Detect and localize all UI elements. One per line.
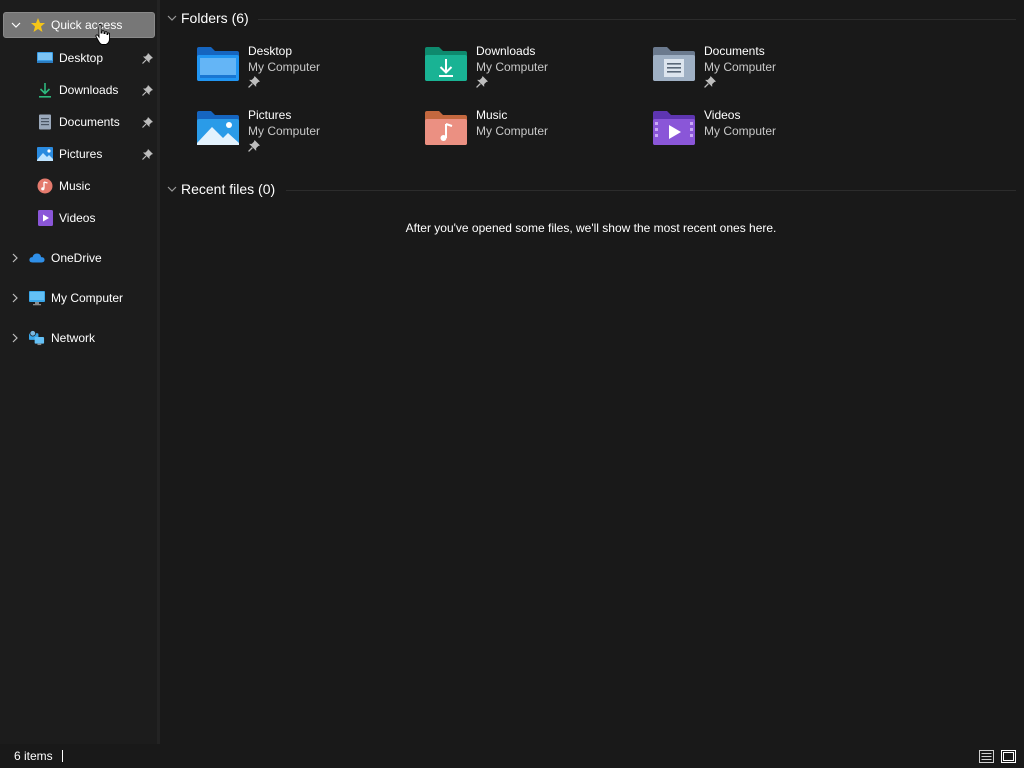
computer-icon [29,290,45,306]
folders-section-header[interactable]: Folders (6) [166,8,249,28]
sidebar-item-label: Quick access [51,18,123,32]
chevron-down-icon[interactable] [10,19,22,31]
star-icon [30,17,46,33]
sidebar-item-documents[interactable]: Documents [3,109,155,135]
folders-heading: Folders (6) [181,10,249,26]
folder-name: Documents [704,44,765,58]
sidebar-item-label: Music [59,179,91,193]
folder-location: My Computer [476,60,549,74]
sidebar-item-label: Desktop [59,51,104,65]
sidebar-item-pictures[interactable]: Pictures [3,141,155,167]
sidebar-item-label: Network [51,331,96,345]
sidebar-item-onedrive[interactable]: OneDrive [3,245,155,271]
recent-files-heading: Recent files (0) [181,181,276,197]
sidebar-item-desktop[interactable]: Desktop [3,45,155,71]
item-count: 6 items [14,749,53,763]
folder-name: Videos [704,108,741,122]
documents-icon [37,114,53,130]
folder-tile-downloads[interactable]: Downloads My Computer [424,44,644,100]
pin-icon[interactable] [141,148,153,160]
section-divider [258,19,1016,20]
folder-tile-music[interactable]: Music My Computer [424,108,644,164]
onedrive-icon [29,250,45,266]
folder-location: My Computer [704,124,777,138]
chevron-down-icon[interactable] [166,12,178,24]
chevron-right-icon[interactable] [9,332,21,344]
network-icon [29,330,45,346]
sidebar-item-music[interactable]: Music [3,173,155,199]
sidebar-item-label: Videos [59,211,96,225]
sidebar-item-downloads[interactable]: Downloads [3,77,155,103]
sidebar-item-my-computer[interactable]: My Computer [3,285,155,311]
videos-icon [37,210,53,226]
pin-icon[interactable] [141,84,153,96]
music-folder-icon [425,111,467,145]
folder-name: Downloads [476,44,536,58]
pin-icon[interactable] [141,116,153,128]
sidebar-item-label: OneDrive [51,251,102,265]
details-view-icon[interactable] [978,748,994,764]
chevron-right-icon[interactable] [9,252,21,264]
large-icons-view-icon[interactable] [1000,748,1016,764]
music-icon [37,178,53,194]
folder-name: Music [476,108,508,122]
sidebar-item-quick-access[interactable]: Quick access [3,12,155,38]
folder-tile-pictures[interactable]: Pictures My Computer [196,108,416,164]
pin-icon [476,76,488,88]
pictures-folder-icon [197,111,239,145]
pin-icon [704,76,716,88]
folder-name: Desktop [248,44,293,58]
sidebar-item-videos[interactable]: Videos [3,205,155,231]
sidebar-item-label: Documents [59,115,120,129]
hand-cursor-icon [95,24,110,45]
pictures-icon [37,146,53,162]
folder-location: My Computer [248,124,321,138]
chevron-right-icon[interactable] [9,292,21,304]
folder-tile-documents[interactable]: Documents My Computer [652,44,872,100]
status-bar: 6 items [0,744,1024,768]
section-divider [286,190,1016,191]
folder-location: My Computer [248,60,321,74]
recent-files-empty-message: After you've opened some files, we'll sh… [405,221,777,235]
downloads-icon [37,82,53,98]
pin-icon[interactable] [141,52,153,64]
desktop-folder-icon [197,47,239,81]
documents-folder-icon [653,47,695,81]
videos-folder-icon [653,111,695,145]
pin-icon [248,76,260,88]
recent-files-section-header[interactable]: Recent files (0) [166,179,275,199]
folder-location: My Computer [704,60,777,74]
sidebar-item-label: Downloads [59,83,119,97]
pane-splitter[interactable] [157,0,160,744]
status-separator [62,750,63,762]
sidebar-item-label: My Computer [51,291,124,305]
desktop-icon [37,50,53,66]
folder-tile-desktop[interactable]: Desktop My Computer [196,44,416,100]
navigation-pane: Quick access Desktop Downloads Documents [0,0,157,744]
sidebar-item-network[interactable]: Network [3,325,155,351]
folder-location: My Computer [476,124,549,138]
pin-icon [248,140,260,152]
folder-tile-videos[interactable]: Videos My Computer [652,108,872,164]
folder-name: Pictures [248,108,292,122]
sidebar-item-label: Pictures [59,147,103,161]
chevron-down-icon[interactable] [166,183,178,195]
downloads-folder-icon [425,47,467,81]
